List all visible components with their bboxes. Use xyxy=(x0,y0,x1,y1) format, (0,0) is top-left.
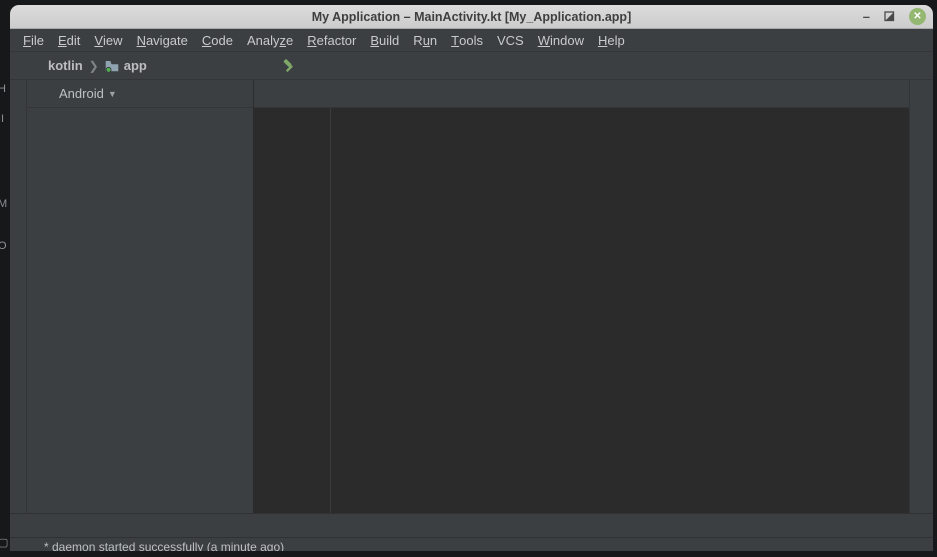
menu-run[interactable]: Run xyxy=(406,29,444,51)
menu-tools[interactable]: Tools xyxy=(444,29,490,51)
tool-window-bar xyxy=(10,513,933,537)
screenshot-stage: H II M O ▢ My Application – MainActivity.kt … xyxy=(0,0,937,557)
minimize-button[interactable]: – xyxy=(863,12,870,22)
project-view-selector[interactable]: Android xyxy=(59,86,104,101)
breadcrumb-label: app xyxy=(124,58,147,73)
close-button[interactable]: ✕ xyxy=(909,8,926,25)
editor[interactable] xyxy=(254,108,909,513)
tool-stripe-right xyxy=(909,80,933,513)
ide-window: My Application – MainActivity.kt [My_App… xyxy=(10,5,933,551)
menu-refactor[interactable]: Refactor xyxy=(300,29,363,51)
restore-icon xyxy=(884,11,895,22)
window-title: My Application – MainActivity.kt [My_App… xyxy=(10,10,933,24)
menu-window[interactable]: Window xyxy=(531,29,591,51)
status-bar: * daemon started successfully (a minute … xyxy=(10,537,933,551)
status-message: * daemon started successfully (a minute … xyxy=(44,540,284,552)
breadcrumb-app[interactable]: app xyxy=(105,58,147,73)
project-panel-header: Android ▼ xyxy=(27,80,253,108)
window-controls: – ✕ xyxy=(863,5,926,28)
menu-navigate[interactable]: Navigate xyxy=(130,29,195,51)
breadcrumb-kotlin[interactable]: kotlin xyxy=(48,58,83,73)
tool-stripe-left xyxy=(10,80,27,513)
gutter-separator xyxy=(330,108,331,513)
breadcrumb-separator: ❯ xyxy=(89,59,99,73)
background-glyph: O xyxy=(0,240,7,252)
main-toolbar: kotlin ❯ app xyxy=(10,52,933,80)
menu-vcs[interactable]: VCS xyxy=(490,29,531,51)
menu-bar: FileEditViewNavigateCodeAnalyzeRefactorB… xyxy=(10,29,933,52)
project-panel: Android ▼ xyxy=(27,80,254,513)
toolbar-actions xyxy=(278,55,300,77)
toolwindow-toggle-icon[interactable] xyxy=(14,537,34,552)
build-project-button[interactable] xyxy=(278,55,300,77)
menu-code[interactable]: Code xyxy=(195,29,240,51)
project-tree xyxy=(27,108,253,513)
restore-button[interactable] xyxy=(884,11,895,22)
menu-help[interactable]: Help xyxy=(591,29,632,51)
editor-tabs xyxy=(254,80,909,108)
workspace-row: Android ▼ xyxy=(10,80,933,513)
menu-file[interactable]: File xyxy=(16,29,51,51)
menu-build[interactable]: Build xyxy=(363,29,406,51)
breadcrumb-label: kotlin xyxy=(48,58,83,73)
background-glyph: H xyxy=(0,83,6,95)
build-project-icon xyxy=(282,59,296,73)
window-titlebar: My Application – MainActivity.kt [My_App… xyxy=(10,5,933,29)
background-glyph: II xyxy=(0,113,4,125)
editor-column xyxy=(254,80,909,513)
menu-view[interactable]: View xyxy=(87,29,129,51)
background-glyph: ▢ xyxy=(0,536,8,549)
breadcrumb: kotlin ❯ app xyxy=(10,58,278,73)
chevron-down-icon: ▼ xyxy=(108,89,117,99)
menu-edit[interactable]: Edit xyxy=(51,29,87,51)
menu-analyze[interactable]: Analyze xyxy=(240,29,300,51)
android-view-icon xyxy=(33,84,53,104)
folder-app-icon xyxy=(105,60,119,72)
background-glyph: M xyxy=(0,198,7,210)
